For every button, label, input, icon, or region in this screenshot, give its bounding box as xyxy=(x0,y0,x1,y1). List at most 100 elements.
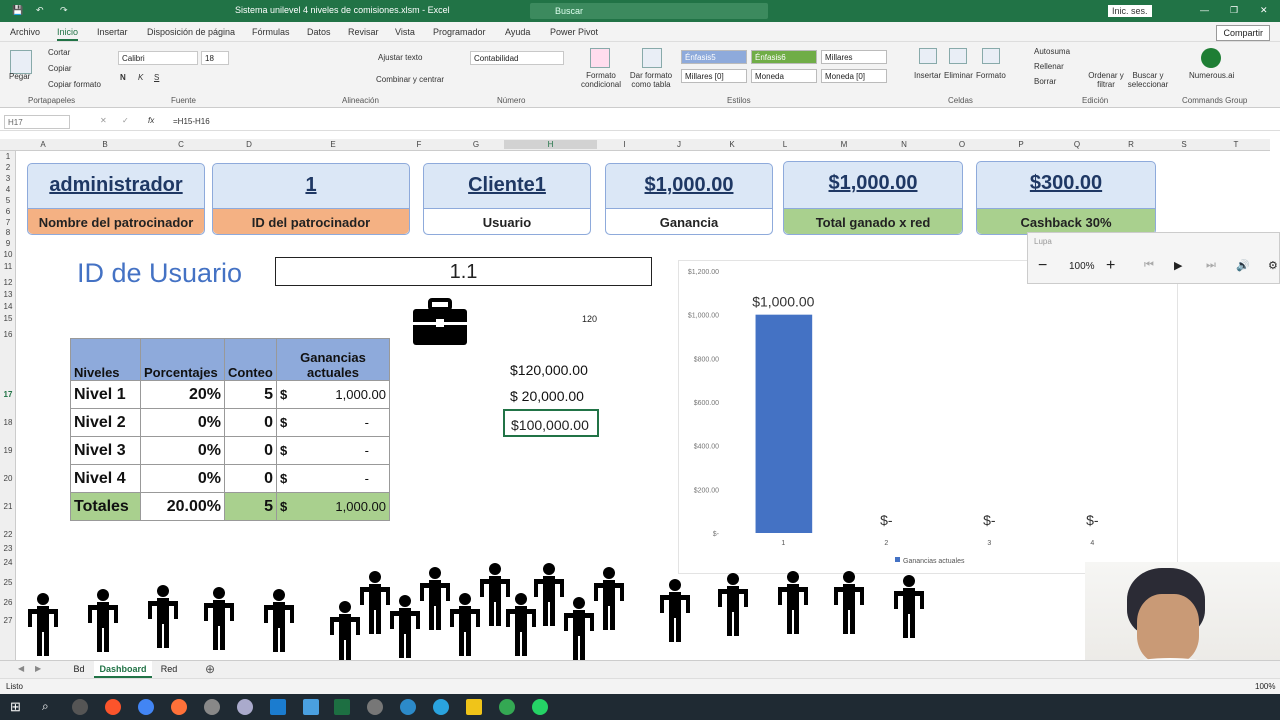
column-header[interactable]: E xyxy=(276,140,390,149)
user-id-input[interactable]: 1.1 xyxy=(275,257,652,286)
row-header[interactable]: 1 xyxy=(0,152,16,161)
menu-ayuda[interactable]: Ayuda xyxy=(505,27,530,37)
level-earnings[interactable]: 1,000.00 xyxy=(296,380,390,409)
menu-inicio[interactable]: Inicio xyxy=(57,27,79,41)
row-header[interactable]: 10 xyxy=(0,250,16,259)
column-header[interactable]: N xyxy=(876,140,932,149)
row-header[interactable]: 22 xyxy=(0,530,16,539)
cancel-icon[interactable]: ✕ xyxy=(100,116,107,125)
row-header[interactable]: 26 xyxy=(0,598,16,607)
maximize-icon[interactable]: ❐ xyxy=(1230,5,1238,16)
font-size-select[interactable]: 18 xyxy=(201,51,229,65)
paste-icon[interactable] xyxy=(10,50,32,74)
column-header[interactable]: D xyxy=(222,140,276,149)
close-icon[interactable]: ✕ xyxy=(1260,5,1268,16)
column-header[interactable]: J xyxy=(652,140,706,149)
telegram-icon[interactable] xyxy=(433,699,449,715)
row-header[interactable]: 25 xyxy=(0,578,16,587)
app2-icon[interactable] xyxy=(237,699,253,715)
paste-label[interactable]: Pegar xyxy=(9,72,30,81)
totals-count[interactable]: 5 xyxy=(224,492,277,521)
menu-datos[interactable]: Datos xyxy=(307,27,331,37)
merge-center-button[interactable]: Combinar y centrar xyxy=(376,75,444,84)
search-box[interactable]: Buscar xyxy=(530,3,768,19)
copy-button[interactable]: Copiar xyxy=(48,64,72,73)
taskbar-search-icon[interactable]: ⌕ xyxy=(42,699,49,714)
file-explorer-icon[interactable] xyxy=(466,699,482,715)
column-header[interactable]: A xyxy=(16,140,70,149)
level-percent[interactable]: 0% xyxy=(140,436,225,465)
redo-icon[interactable]: ↷ xyxy=(60,5,68,16)
menu-formulas[interactable]: Fórmulas xyxy=(252,27,290,37)
next-sheet-icon[interactable]: ▶ xyxy=(35,664,41,673)
style-enfasis6[interactable]: Énfasis6 xyxy=(751,50,817,64)
row-header[interactable]: 18 xyxy=(0,418,16,427)
row-header[interactable]: 2 xyxy=(0,163,16,172)
level-name[interactable]: Nivel 2 xyxy=(70,408,141,437)
conditional-format-button[interactable]: Formato condicional xyxy=(576,71,626,89)
underline-button[interactable]: S xyxy=(154,73,159,82)
signin-button[interactable]: Inic. ses. xyxy=(1108,5,1152,17)
column-header[interactable]: M xyxy=(812,140,876,149)
clear-button[interactable]: Borrar xyxy=(1034,77,1056,86)
delete-cells-icon[interactable] xyxy=(949,48,967,64)
column-header[interactable]: S xyxy=(1158,140,1210,149)
row-header[interactable]: 17 xyxy=(0,390,16,399)
row-header[interactable]: 15 xyxy=(0,314,16,323)
column-header[interactable]: O xyxy=(932,140,992,149)
column-header[interactable]: P xyxy=(992,140,1050,149)
level-percent[interactable]: 0% xyxy=(140,408,225,437)
column-header[interactable]: F xyxy=(390,140,448,149)
fill-button[interactable]: Rellenar xyxy=(1034,62,1064,71)
row-header[interactable]: 5 xyxy=(0,196,16,205)
tab-bd[interactable]: Bd xyxy=(66,664,92,674)
insert-cells-button[interactable]: Insertar xyxy=(914,71,941,80)
chrome-icon[interactable] xyxy=(138,699,154,715)
app-icon[interactable] xyxy=(204,699,220,715)
calc-cell-h15[interactable]: $120,000.00 xyxy=(510,362,588,378)
name-box[interactable]: H17 xyxy=(4,115,70,129)
play-icon[interactable]: ▶ xyxy=(1174,259,1182,272)
totals-percent[interactable]: 20.00% xyxy=(140,492,225,521)
app5-icon[interactable] xyxy=(367,699,383,715)
row-header[interactable]: 4 xyxy=(0,185,16,194)
menu-insertar[interactable]: Insertar xyxy=(97,27,128,37)
level-earnings[interactable]: - xyxy=(296,436,390,465)
windows-start-icon[interactable]: ⊞ xyxy=(10,699,21,715)
conditional-format-icon[interactable] xyxy=(590,48,610,68)
totals-earnings[interactable]: 1,000.00 xyxy=(296,492,390,521)
next-icon[interactable]: ⏭ xyxy=(1206,259,1216,272)
italic-button[interactable]: K xyxy=(138,73,143,82)
row-header[interactable]: 13 xyxy=(0,290,16,299)
firefox-icon[interactable] xyxy=(171,699,187,715)
whatsapp-icon[interactable] xyxy=(532,699,548,715)
format-painter-button[interactable]: Copiar formato xyxy=(48,80,101,89)
delete-cells-button[interactable]: Eliminar xyxy=(944,71,973,80)
row-header[interactable]: 20 xyxy=(0,474,16,483)
column-header[interactable]: L xyxy=(758,140,812,149)
font-name-select[interactable]: Calibri xyxy=(118,51,198,65)
menu-powerpivot[interactable]: Power Pivot xyxy=(550,27,598,37)
calc-cell-h17-selected[interactable]: $100,000.00 xyxy=(503,409,599,437)
style-moneda0[interactable]: Moneda [0] xyxy=(821,69,887,83)
menu-programador[interactable]: Programador xyxy=(433,27,486,37)
zoom-in-icon[interactable]: + xyxy=(1106,257,1115,275)
row-header[interactable]: 3 xyxy=(0,174,16,183)
tab-red[interactable]: Red xyxy=(156,664,182,674)
prev-icon[interactable]: ⏮ xyxy=(1144,259,1154,272)
column-header[interactable]: T xyxy=(1210,140,1262,149)
enter-icon[interactable]: ✓ xyxy=(122,116,129,125)
app4-icon[interactable] xyxy=(303,699,319,715)
number-format-select[interactable]: Contabilidad xyxy=(470,51,564,65)
totals-label[interactable]: Totales xyxy=(70,492,141,521)
menu-revisar[interactable]: Revisar xyxy=(348,27,379,37)
task-view-icon[interactable] xyxy=(72,699,88,715)
chrome2-icon[interactable] xyxy=(499,699,515,715)
format-table-icon[interactable] xyxy=(642,48,662,68)
find-select-button[interactable]: Buscar y seleccionar xyxy=(1124,71,1172,89)
level-earnings[interactable]: - xyxy=(296,464,390,493)
format-cells-button[interactable]: Formato xyxy=(976,71,1006,80)
row-header[interactable]: 24 xyxy=(0,558,16,567)
level-name[interactable]: Nivel 3 xyxy=(70,436,141,465)
level-count[interactable]: 0 xyxy=(224,436,277,465)
